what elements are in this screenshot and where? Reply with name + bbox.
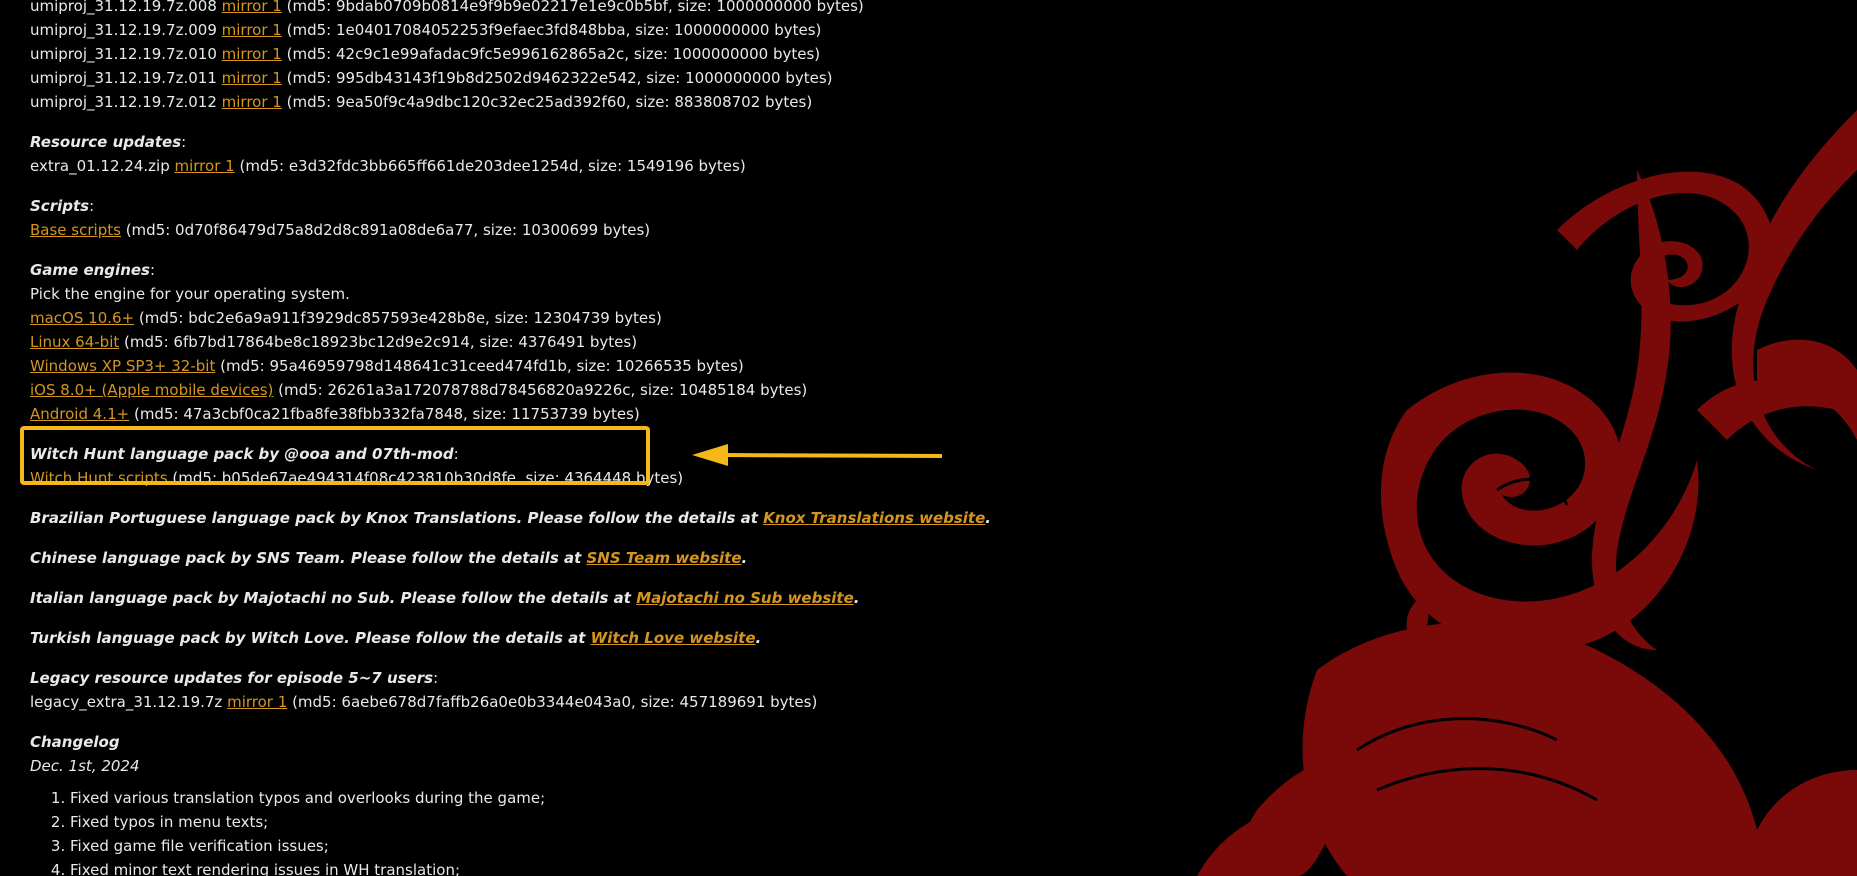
period: . (741, 549, 748, 567)
file-info: (md5: bdc2e6a9a911f3929dc857593e428b8e, … (138, 309, 662, 327)
file-info: (md5: b05de67ae494314f08c423810b30d8fe, … (172, 469, 684, 487)
language-pack-text: Brazilian Portuguese language pack by Kn… (30, 509, 764, 527)
heading-colon: : (453, 445, 459, 463)
file-name: umiproj_31.12.19.7z.009 (30, 21, 217, 39)
mirror-link[interactable]: mirror 1 (222, 21, 282, 39)
language-pack-text: Turkish language pack by Witch Love. Ple… (30, 629, 591, 647)
engine-link-windows[interactable]: Windows XP SP3+ 32-bit (30, 357, 215, 375)
engine-link-macos[interactable]: macOS 10.6+ (30, 309, 134, 327)
heading-colon: : (181, 133, 187, 151)
file-info: (md5: 0d70f86479d75a8d2d8c891a08de6a77, … (125, 221, 651, 239)
base-scripts-link[interactable]: Base scripts (30, 221, 121, 239)
language-pack-text: Chinese language pack by SNS Team. Pleas… (30, 549, 587, 567)
language-pack-italian: Italian language pack by Majotachi no Su… (30, 586, 930, 610)
mirror-link[interactable]: mirror 1 (175, 157, 235, 175)
language-pack-turkish: Turkish language pack by Witch Love. Ple… (30, 626, 930, 650)
witch-hunt-scripts-link[interactable]: Witch Hunt scripts (30, 469, 168, 487)
file-info: (md5: 47a3cbf0ca21fba8fe38fbb332fa7848, … (133, 405, 640, 423)
section-heading: Resource updates (30, 133, 182, 151)
file-name: extra_01.12.24.zip (30, 157, 170, 175)
scripts-section: Scripts: Base scripts (md5: 0d70f86479d7… (30, 194, 930, 242)
heading-colon: : (149, 261, 156, 279)
list-item: Linux 64-bit (md5: 6fb7bd17864be8c18923b… (30, 330, 930, 354)
file-info: (md5: 995db43143f19b8d2502d9462322e542, … (286, 69, 833, 87)
file-info: (md5: 95a46959798d148641c31ceed474fd1b, … (220, 357, 744, 375)
list-item: legacy_extra_31.12.19.7z mirror 1 (md5: … (30, 690, 930, 714)
file-info: (md5: e3d32fdc3bb665ff661de203dee1254d, … (239, 157, 746, 175)
file-info: (md5: 6fb7bd17864be8c18923bc12d9e2c914, … (124, 333, 638, 351)
download-page: umiproj_31.12.19.7z.008 mirror 1 (md5: 9… (0, 0, 1857, 876)
language-pack-text: Italian language pack by Majotachi no Su… (30, 589, 637, 607)
list-item: umiproj_31.12.19.7z.012 mirror 1 (md5: 9… (30, 90, 930, 114)
mirror-link[interactable]: mirror 1 (222, 69, 282, 87)
engine-link-ios[interactable]: iOS 8.0+ (Apple mobile devices) (30, 381, 273, 399)
file-info: (md5: 9ea50f9c4a9dbc120c32ec25ad392f60, … (286, 93, 813, 111)
list-item: iOS 8.0+ (Apple mobile devices) (md5: 26… (30, 378, 930, 402)
mirror-link[interactable]: mirror 1 (222, 93, 282, 111)
list-item: umiproj_31.12.19.7z.009 mirror 1 (md5: 1… (30, 18, 930, 42)
archive-file-list: umiproj_31.12.19.7z.008 mirror 1 (md5: 9… (30, 0, 930, 114)
section-heading: Scripts (30, 197, 90, 215)
majotachi-link[interactable]: Majotachi no Sub website (636, 589, 854, 607)
file-info: (md5: 9bdab0709b0814e9f9b9e02217e1e9c0b5… (286, 0, 864, 15)
list-item: extra_01.12.24.zip mirror 1 (md5: e3d32f… (30, 154, 930, 178)
file-name: umiproj_31.12.19.7z.008 (30, 0, 217, 15)
list-item: macOS 10.6+ (md5: bdc2e6a9a911f3929dc857… (30, 306, 930, 330)
file-name: umiproj_31.12.19.7z.011 (30, 69, 217, 87)
arrow-icon (692, 444, 943, 466)
changelog-section: Changelog Dec. 1st, 2024 Fixed various t… (30, 730, 930, 876)
file-info: (md5: 1e04017084052253f9efaec3fd848bba, … (286, 21, 822, 39)
mirror-link[interactable]: mirror 1 (222, 0, 282, 15)
game-engines-section: Game engines: Pick the engine for your o… (30, 258, 930, 426)
legacy-section: Legacy resource updates for episode 5~7 … (30, 666, 930, 714)
heading-colon: : (433, 669, 439, 687)
list-item: umiproj_31.12.19.7z.010 mirror 1 (md5: 4… (30, 42, 930, 66)
file-name: umiproj_31.12.19.7z.012 (30, 93, 217, 111)
engine-note: Pick the engine for your operating syste… (30, 285, 350, 303)
file-info: (md5: 26261a3a172078788d78456820a9226c, … (278, 381, 808, 399)
list-item: umiproj_31.12.19.7z.008 mirror 1 (md5: 9… (30, 0, 930, 18)
language-pack-brazilian: Brazilian Portuguese language pack by Kn… (30, 506, 991, 530)
knox-translations-link[interactable]: Knox Translations website (763, 509, 985, 527)
changelog-date: Dec. 1st, 2024 (30, 757, 140, 775)
list-item: Base scripts (md5: 0d70f86479d75a8d2d8c8… (30, 218, 930, 242)
list-item: umiproj_31.12.19.7z.011 mirror 1 (md5: 9… (30, 66, 930, 90)
file-info: (md5: 6aebe678d7faffb26a0e0b3344e043a0, … (292, 693, 818, 711)
mirror-link[interactable]: mirror 1 (222, 45, 282, 63)
period: . (853, 589, 860, 607)
list-item: Fixed typos in menu texts; (70, 810, 930, 834)
file-name: umiproj_31.12.19.7z.010 (30, 45, 217, 63)
list-item: Fixed minor text rendering issues in WH … (70, 858, 930, 876)
mirror-link[interactable]: mirror 1 (227, 693, 287, 711)
file-name: legacy_extra_31.12.19.7z (30, 693, 223, 711)
main-content: umiproj_31.12.19.7z.008 mirror 1 (md5: 9… (30, 0, 991, 876)
changelog-heading: Changelog (30, 733, 120, 751)
changelog-list: Fixed various translation typos and over… (30, 786, 930, 876)
section-heading: Legacy resource updates for episode 5~7 … (30, 669, 434, 687)
resource-updates-section: Resource updates: extra_01.12.24.zip mir… (30, 130, 930, 178)
engine-link-android[interactable]: Android 4.1+ (30, 405, 129, 423)
section-heading: Witch Hunt language pack by @ooa and 07t… (30, 445, 454, 463)
list-item: Fixed various translation typos and over… (70, 786, 930, 810)
list-item: Fixed game file verification issues; (70, 834, 930, 858)
list-item: Android 4.1+ (md5: 47a3cbf0ca21fba8fe38f… (30, 402, 930, 426)
floral-decoration-image (1197, 110, 1857, 876)
sns-team-link[interactable]: SNS Team website (586, 549, 741, 567)
language-pack-chinese: Chinese language pack by SNS Team. Pleas… (30, 546, 930, 570)
list-item: Windows XP SP3+ 32-bit (md5: 95a46959798… (30, 354, 930, 378)
engine-link-linux[interactable]: Linux 64-bit (30, 333, 119, 351)
section-heading: Game engines (30, 261, 150, 279)
period: . (755, 629, 762, 647)
file-info: (md5: 42c9c1e99afadac9fc5e996162865a2c, … (286, 45, 821, 63)
witch-love-link[interactable]: Witch Love website (591, 629, 756, 647)
period: . (985, 509, 991, 527)
heading-colon: : (89, 197, 95, 215)
